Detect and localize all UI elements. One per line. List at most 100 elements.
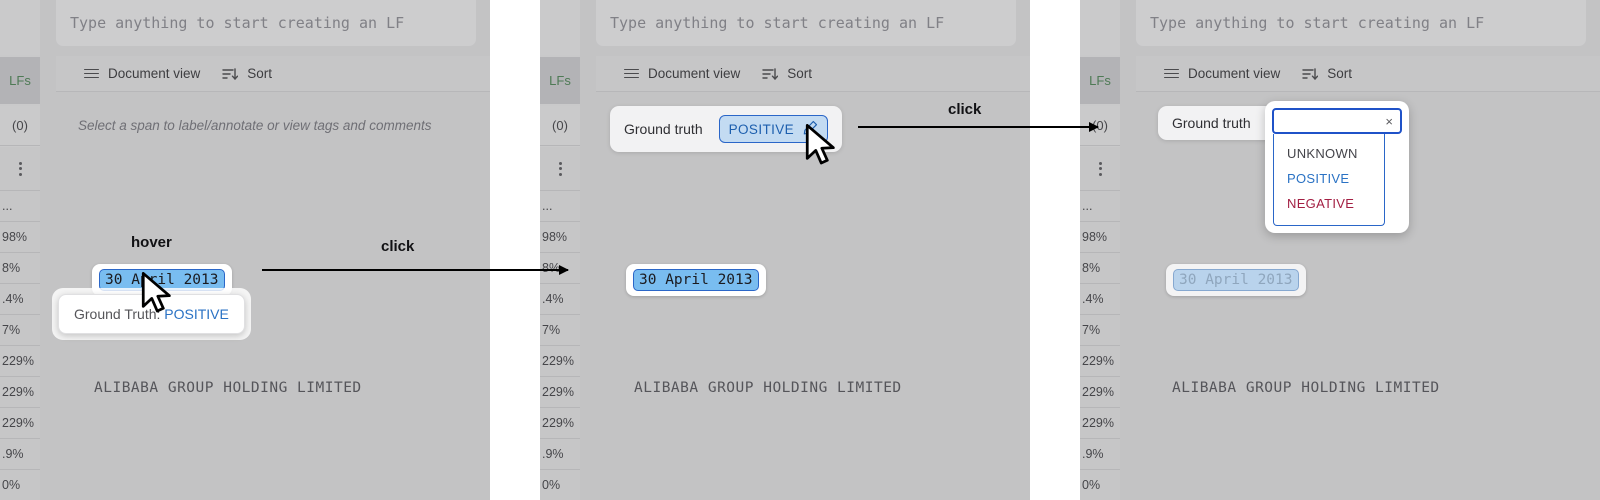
highlighted-span[interactable]: 30 April 2013: [1166, 264, 1306, 296]
search-input[interactable]: Type anything to start creating an LF: [1136, 0, 1586, 46]
list-item[interactable]: .4%: [540, 284, 580, 315]
sidebar-rail: LFs (0) ... 98% 8% .4% 7% 229% 229% 229%…: [0, 0, 40, 500]
sort-icon: [1302, 67, 1319, 81]
list-item[interactable]: 8%: [0, 253, 40, 284]
list-item[interactable]: 229%: [540, 408, 580, 439]
toolbar-document-view-label: Document view: [1188, 66, 1281, 81]
annotation-click-1-arrow: [262, 265, 569, 275]
toolbar-document-view[interactable]: Document view: [624, 66, 740, 81]
list-item[interactable]: 7%: [1080, 315, 1120, 346]
document-text: ALIBABA GROUP HOLDING LIMITED: [94, 380, 362, 396]
sidebar-tab-lfs[interactable]: LFs: [1080, 57, 1120, 104]
list-item[interactable]: ...: [540, 191, 580, 222]
highlighted-span[interactable]: 30 April 2013: [626, 264, 766, 296]
sidebar-tab-lfs[interactable]: LFs: [540, 57, 580, 104]
sort-icon: [222, 67, 239, 81]
search-placeholder: Type anything to start creating an LF: [70, 14, 405, 32]
list-item[interactable]: 98%: [0, 222, 40, 253]
annotation-click-2-label: click: [948, 101, 982, 118]
more-vertical-icon: [1098, 161, 1102, 176]
toolbar-sort-label: Sort: [787, 66, 813, 81]
search-placeholder: Type anything to start creating an LF: [1150, 14, 1485, 32]
list-item[interactable]: 7%: [0, 315, 40, 346]
panel-chip-state: LFs (0) ... 98% 8% .4% 7% 229% 229% 229%…: [540, 0, 1030, 500]
clear-icon[interactable]: ×: [1385, 114, 1393, 129]
sidebar-tab-lfs-label: LFs: [1089, 73, 1111, 88]
search-input[interactable]: Type anything to start creating an LF: [596, 0, 1016, 46]
list-item[interactable]: .4%: [0, 284, 40, 315]
sidebar-metric-list: ... 98% 8% .4% 7% 229% 229% 229% .9% 0%: [540, 191, 580, 500]
sidebar-metric-list: ... 98% 8% .4% 7% 229% 229% 229% .9% 0%: [0, 191, 40, 500]
ground-truth-dropdown: × UNKNOWN POSITIVE NEGATIVE: [1265, 101, 1409, 233]
sidebar-overflow-menu[interactable]: [0, 147, 40, 191]
sidebar-tab-lfs[interactable]: LFs: [0, 57, 40, 104]
screenshot-stage: LFs (0) ... 98% 8% .4% 7% 229% 229% 229%…: [0, 0, 1600, 500]
list-item[interactable]: .9%: [1080, 439, 1120, 470]
span-text: 30 April 2013: [1173, 269, 1299, 291]
ground-truth-label: Ground truth: [1172, 115, 1251, 131]
more-vertical-icon: [18, 161, 22, 176]
list-item[interactable]: ...: [0, 191, 40, 222]
dropdown-menu: UNKNOWN POSITIVE NEGATIVE: [1273, 134, 1385, 226]
mouse-cursor-icon: [141, 272, 171, 313]
toolbar-sort-label: Sort: [1327, 66, 1353, 81]
toolbar-document-view-label: Document view: [648, 66, 741, 81]
annotation-click-2-arrow: [858, 122, 1099, 132]
ground-truth-chip-value: POSITIVE: [728, 121, 795, 137]
list-item[interactable]: 229%: [540, 377, 580, 408]
search-input[interactable]: Type anything to start creating an LF: [56, 0, 476, 46]
toolbar-document-view[interactable]: Document view: [84, 66, 200, 81]
hamburger-icon: [1164, 68, 1179, 79]
panel-hover-state: LFs (0) ... 98% 8% .4% 7% 229% 229% 229%…: [0, 0, 490, 500]
list-item[interactable]: .4%: [1080, 284, 1120, 315]
list-item[interactable]: 98%: [540, 222, 580, 253]
list-item[interactable]: 8%: [1080, 253, 1120, 284]
list-item[interactable]: 0%: [1080, 470, 1120, 500]
list-item[interactable]: 7%: [540, 315, 580, 346]
mouse-cursor-icon: [805, 124, 835, 165]
toolbar-document-view[interactable]: Document view: [1164, 66, 1280, 81]
list-item[interactable]: 229%: [1080, 377, 1120, 408]
toolbar-sort[interactable]: Sort: [1302, 66, 1352, 81]
selection-hint: Select a span to label/annotate or view …: [78, 118, 432, 133]
rail-header: [540, 0, 580, 55]
list-item[interactable]: 229%: [0, 408, 40, 439]
dropdown-option-negative[interactable]: NEGATIVE: [1274, 191, 1384, 216]
list-item[interactable]: 0%: [0, 470, 40, 500]
list-item[interactable]: .9%: [540, 439, 580, 470]
more-vertical-icon: [558, 161, 562, 176]
list-item[interactable]: 229%: [1080, 346, 1120, 377]
toolbar-sort[interactable]: Sort: [762, 66, 812, 81]
list-item[interactable]: 229%: [0, 377, 40, 408]
rail-header: [1080, 0, 1120, 55]
sort-icon: [762, 67, 779, 81]
toolbar-sort[interactable]: Sort: [222, 66, 272, 81]
list-item[interactable]: 229%: [0, 346, 40, 377]
list-item[interactable]: 229%: [1080, 408, 1120, 439]
sidebar-count-label: (0): [552, 118, 568, 133]
sidebar-rail: LFs (0) ... 98% 8% .4% 7% 229% 229% 229%…: [1080, 0, 1120, 500]
toolbar-sort-label: Sort: [247, 66, 273, 81]
span-text: 30 April 2013: [633, 269, 759, 291]
search-placeholder: Type anything to start creating an LF: [610, 14, 945, 32]
toolbar-document-view-label: Document view: [108, 66, 201, 81]
toolbar: Document view Sort: [596, 56, 1030, 92]
list-item[interactable]: ...: [1080, 191, 1120, 222]
dropdown-option-unknown[interactable]: UNKNOWN: [1274, 141, 1384, 166]
sidebar-overflow-menu[interactable]: [540, 147, 580, 191]
dropdown-option-positive[interactable]: POSITIVE: [1274, 166, 1384, 191]
hamburger-icon: [84, 68, 99, 79]
annotation-hover-label: hover: [131, 234, 172, 251]
list-item[interactable]: 98%: [1080, 222, 1120, 253]
list-item[interactable]: 0%: [540, 470, 580, 500]
sidebar-metric-list: ... 98% 8% .4% 7% 229% 229% 229% .9% 0%: [1080, 191, 1120, 500]
document-text: ALIBABA GROUP HOLDING LIMITED: [1172, 380, 1440, 396]
dropdown-input[interactable]: ×: [1272, 108, 1402, 134]
panel-gap: [490, 0, 540, 500]
list-item[interactable]: .9%: [0, 439, 40, 470]
sidebar-tab-lfs-label: LFs: [9, 73, 31, 88]
list-item[interactable]: 229%: [540, 346, 580, 377]
sidebar-rail: LFs (0) ... 98% 8% .4% 7% 229% 229% 229%…: [540, 0, 580, 500]
document-text: ALIBABA GROUP HOLDING LIMITED: [634, 380, 902, 396]
sidebar-overflow-menu[interactable]: [1080, 147, 1120, 191]
